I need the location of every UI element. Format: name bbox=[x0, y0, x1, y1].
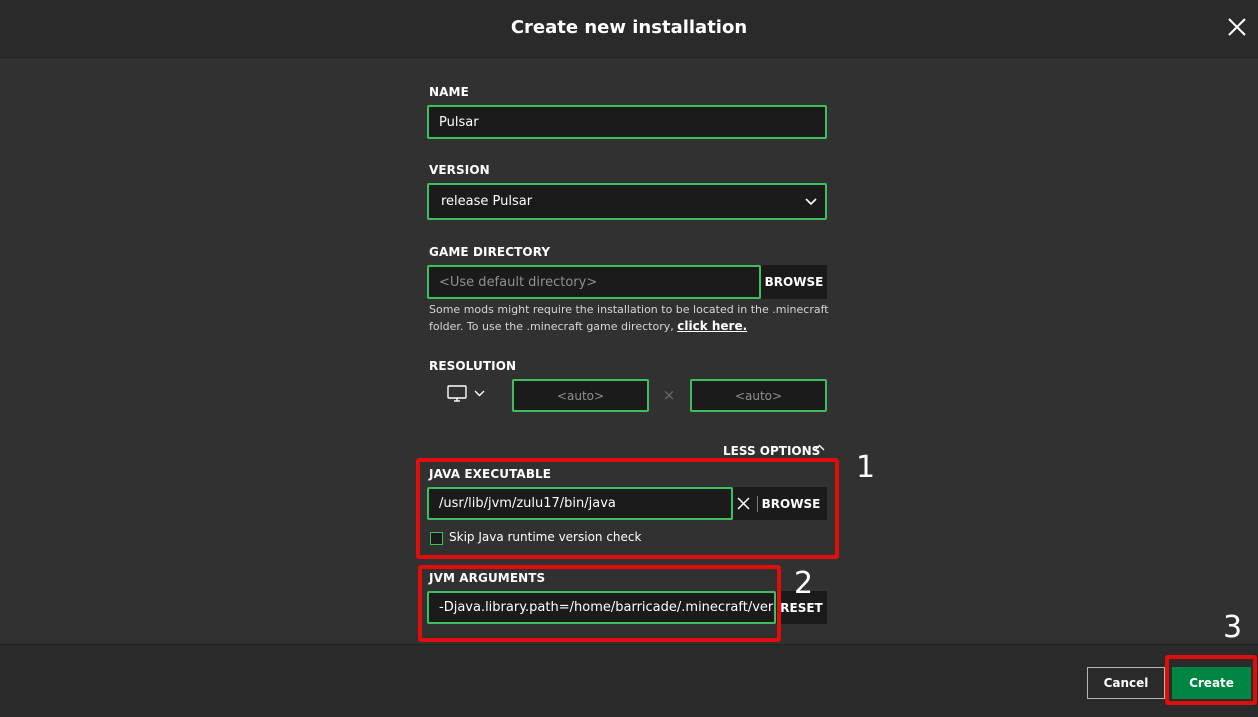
cancel-button[interactable]: Cancel bbox=[1087, 667, 1165, 699]
dialog-header: Create new installation bbox=[0, 0, 1258, 58]
less-options-toggle[interactable]: LESS OPTIONS bbox=[723, 440, 827, 458]
game-directory-label: GAME DIRECTORY bbox=[429, 245, 551, 259]
close-icon bbox=[1228, 18, 1246, 36]
annotation-number-2: 2 bbox=[794, 566, 814, 601]
annotation-box-3 bbox=[1165, 655, 1257, 705]
monitor-icon bbox=[447, 385, 467, 402]
game-directory-note: Some mods might require the installation… bbox=[429, 302, 829, 335]
version-value: release Pulsar bbox=[441, 194, 533, 209]
resolution-height-input[interactable]: <auto> bbox=[690, 379, 827, 412]
resolution-separator: × bbox=[662, 386, 676, 404]
version-select[interactable]: release Pulsar bbox=[427, 183, 827, 220]
game-directory-note-text: Some mods might require the installation… bbox=[429, 303, 829, 333]
name-label: NAME bbox=[429, 85, 469, 99]
dialog-title: Create new installation bbox=[510, 17, 748, 38]
chevron-down-icon bbox=[805, 198, 817, 206]
chevron-down-icon bbox=[474, 390, 485, 397]
less-options-label: LESS OPTIONS bbox=[723, 444, 821, 458]
resolution-label: RESOLUTION bbox=[429, 359, 517, 373]
chevron-up-icon bbox=[814, 444, 825, 451]
annotation-number-1: 1 bbox=[856, 450, 876, 485]
annotation-number-3: 3 bbox=[1223, 610, 1243, 645]
minecraft-directory-link[interactable]: click here. bbox=[677, 319, 747, 333]
dialog-footer: Cancel Create bbox=[0, 644, 1258, 717]
resolution-preset-dropdown[interactable] bbox=[446, 384, 488, 406]
version-label: VERSION bbox=[429, 163, 490, 177]
annotation-box-2 bbox=[418, 565, 781, 642]
resolution-width-input[interactable]: <auto> bbox=[512, 379, 649, 412]
close-button[interactable] bbox=[1226, 16, 1248, 38]
game-directory-browse-button[interactable]: BROWSE bbox=[761, 265, 827, 299]
game-directory-input[interactable]: <Use default directory> bbox=[427, 265, 761, 299]
annotation-box-1 bbox=[416, 458, 839, 559]
name-input[interactable]: Pulsar bbox=[427, 105, 827, 139]
